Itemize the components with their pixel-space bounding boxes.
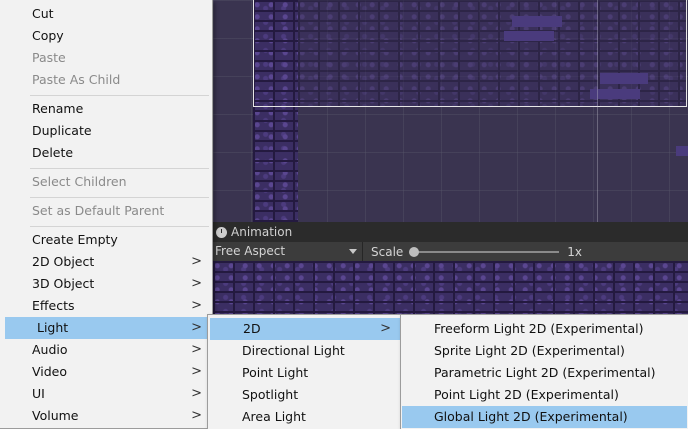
menu-item-label: Directional Light: [242, 343, 345, 358]
submenu-item-area-light[interactable]: Area Light: [209, 406, 400, 428]
scale-label: Scale: [371, 244, 404, 259]
game-view-toolbar: Free Aspect Scale 1x: [213, 242, 688, 261]
menu-item-label: Point Light: [242, 365, 309, 380]
menu-item-label: Rename: [32, 101, 84, 116]
menu-item-volume[interactable]: Volume >: [1, 405, 211, 427]
menu-item-label: Spotlight: [242, 387, 299, 402]
menu-separator: [30, 226, 209, 227]
chevron-right-icon: >: [191, 276, 202, 291]
chevron-right-icon: >: [191, 320, 202, 335]
camera-frame: [253, 0, 687, 107]
menu-item-label: Delete: [32, 145, 74, 160]
menu-item-cut[interactable]: Cut: [1, 3, 211, 25]
menu-item-light[interactable]: Light >: [5, 317, 211, 339]
menu-item-video[interactable]: Video >: [1, 361, 211, 383]
menu-item-rename[interactable]: Rename: [1, 98, 211, 120]
chevron-right-icon: >: [380, 321, 391, 336]
scale-slider[interactable]: [409, 246, 560, 257]
menu-item-label: 2D Object: [32, 254, 95, 269]
menu-item-label: Cut: [32, 6, 54, 21]
camera-guide-line: [597, 0, 598, 222]
menu-item-3d-object[interactable]: 3D Object >: [1, 273, 211, 295]
menu-item-label: Area Light: [242, 409, 306, 424]
menu-item-label: Paste: [32, 50, 66, 65]
menu-item-duplicate[interactable]: Duplicate: [1, 120, 211, 142]
menu-item-audio[interactable]: Audio >: [1, 339, 211, 361]
submenu-item-point-light-2d[interactable]: Point Light 2D (Experimental): [402, 384, 687, 406]
scale-value: 1x: [567, 244, 583, 259]
menu-item-paste-as-child: Paste As Child: [1, 69, 211, 91]
chevron-right-icon: >: [191, 342, 202, 357]
menu-item-label: Copy: [32, 28, 64, 43]
light-submenu: 2D > Directional Light Point Light Spotli…: [207, 314, 402, 429]
menu-item-label: 3D Object: [32, 276, 95, 291]
menu-item-label: Effects: [32, 298, 75, 313]
menu-item-label: Audio: [32, 342, 68, 357]
menu-item-label: Sprite Light 2D (Experimental): [434, 343, 625, 358]
menu-separator: [30, 95, 209, 96]
menu-item-label: Volume: [32, 408, 79, 423]
submenu-item-parametric-light-2d[interactable]: Parametric Light 2D (Experimental): [402, 362, 687, 384]
menu-item-label: Parametric Light 2D (Experimental): [434, 365, 656, 380]
submenu-item-freeform-light-2d[interactable]: Freeform Light 2D (Experimental): [402, 318, 687, 340]
chevron-right-icon: >: [191, 364, 202, 379]
submenu-item-directional-light[interactable]: Directional Light: [209, 340, 400, 362]
animation-clock-icon: [216, 226, 227, 238]
aspect-label: Free Aspect: [215, 244, 286, 258]
chevron-right-icon: >: [191, 254, 202, 269]
scale-slider-knob[interactable]: [409, 246, 420, 257]
hierarchy-context-menu: Cut Copy Paste Paste As Child Rename Dup…: [0, 0, 213, 429]
menu-item-label: Point Light 2D (Experimental): [434, 387, 619, 402]
animation-panel-header[interactable]: Animation: [213, 222, 688, 242]
menu-item-delete[interactable]: Delete: [1, 142, 211, 164]
aspect-dropdown[interactable]: Free Aspect: [213, 242, 363, 261]
menu-separator: [30, 168, 209, 169]
chevron-right-icon: >: [191, 298, 202, 313]
menu-item-2d-object[interactable]: 2D Object >: [1, 251, 211, 273]
menu-item-label: Duplicate: [32, 123, 92, 138]
menu-item-label: Video: [32, 364, 68, 379]
brick-chunk: [676, 146, 688, 156]
menu-item-label: Global Light 2D (Experimental): [434, 409, 628, 424]
menu-item-label: Light: [37, 320, 69, 335]
menu-item-create-empty[interactable]: Create Empty: [1, 229, 211, 251]
menu-item-label: UI: [32, 386, 45, 401]
game-view-bricks: [213, 261, 688, 317]
submenu-item-global-light-2d[interactable]: Global Light 2D (Experimental): [402, 406, 687, 428]
menu-item-copy[interactable]: Copy: [1, 25, 211, 47]
light-2d-submenu: Freeform Light 2D (Experimental) Sprite …: [400, 314, 688, 429]
animation-panel-title: Animation: [231, 225, 293, 239]
menu-item-label: Paste As Child: [32, 72, 121, 87]
menu-item-paste: Paste: [1, 47, 211, 69]
menu-item-select-children: Select Children: [1, 171, 211, 193]
menu-item-ui[interactable]: UI >: [1, 383, 211, 405]
menu-item-set-default-parent: Set as Default Parent: [1, 200, 211, 222]
menu-item-label: Create Empty: [32, 232, 118, 247]
menu-item-label: 2D: [243, 321, 261, 336]
menu-item-label: Set as Default Parent: [32, 203, 165, 218]
submenu-item-sprite-light-2d[interactable]: Sprite Light 2D (Experimental): [402, 340, 687, 362]
menu-separator: [30, 197, 209, 198]
menu-item-label: Select Children: [32, 174, 127, 189]
chevron-down-icon: [349, 249, 357, 254]
menu-item-label: Freeform Light 2D (Experimental): [434, 321, 644, 336]
menu-item-effects[interactable]: Effects >: [1, 295, 211, 317]
chevron-right-icon: >: [191, 408, 202, 423]
submenu-item-point-light[interactable]: Point Light: [209, 362, 400, 384]
submenu-item-spotlight[interactable]: Spotlight: [209, 384, 400, 406]
chevron-right-icon: >: [191, 386, 202, 401]
submenu-item-2d[interactable]: 2D >: [210, 318, 400, 340]
